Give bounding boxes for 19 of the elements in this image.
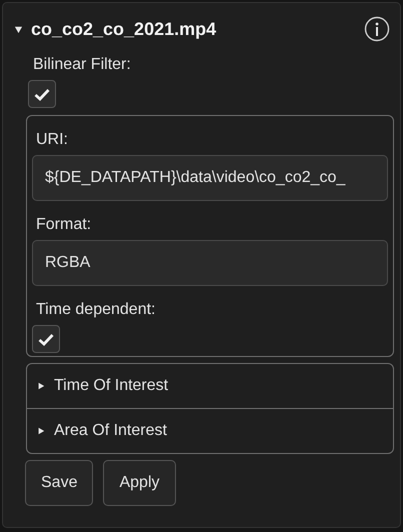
action-button[interactable]: Apply [103, 460, 176, 506]
checkbox[interactable] [28, 80, 56, 108]
checkbox[interactable] [32, 325, 60, 353]
field-label: Format: [36, 216, 92, 234]
check-icon [38, 332, 54, 346]
collapsible-section[interactable]: Time Of Interest [27, 364, 393, 408]
info-icon[interactable] [364, 16, 390, 42]
check-icon [34, 88, 50, 100]
collapse-triangle-icon[interactable] [14, 24, 23, 34]
field-label: Time dependent: [36, 301, 156, 319]
collapsible-section[interactable]: Area Of Interest [27, 408, 393, 453]
section-title: Area Of Interest [54, 422, 167, 440]
section-title: Time Of Interest [54, 377, 168, 395]
action-button[interactable]: Save [25, 460, 94, 506]
input-field[interactable]: RGBA [32, 240, 388, 286]
field-label: Bilinear Filter: [33, 56, 132, 74]
input-field[interactable]: ${DE_DATAPATH}\data\video\co_co2_co_ [32, 155, 388, 201]
panel-title: co_co2_co_2021.mp4 [31, 18, 218, 40]
field-label: URI: [36, 131, 69, 149]
